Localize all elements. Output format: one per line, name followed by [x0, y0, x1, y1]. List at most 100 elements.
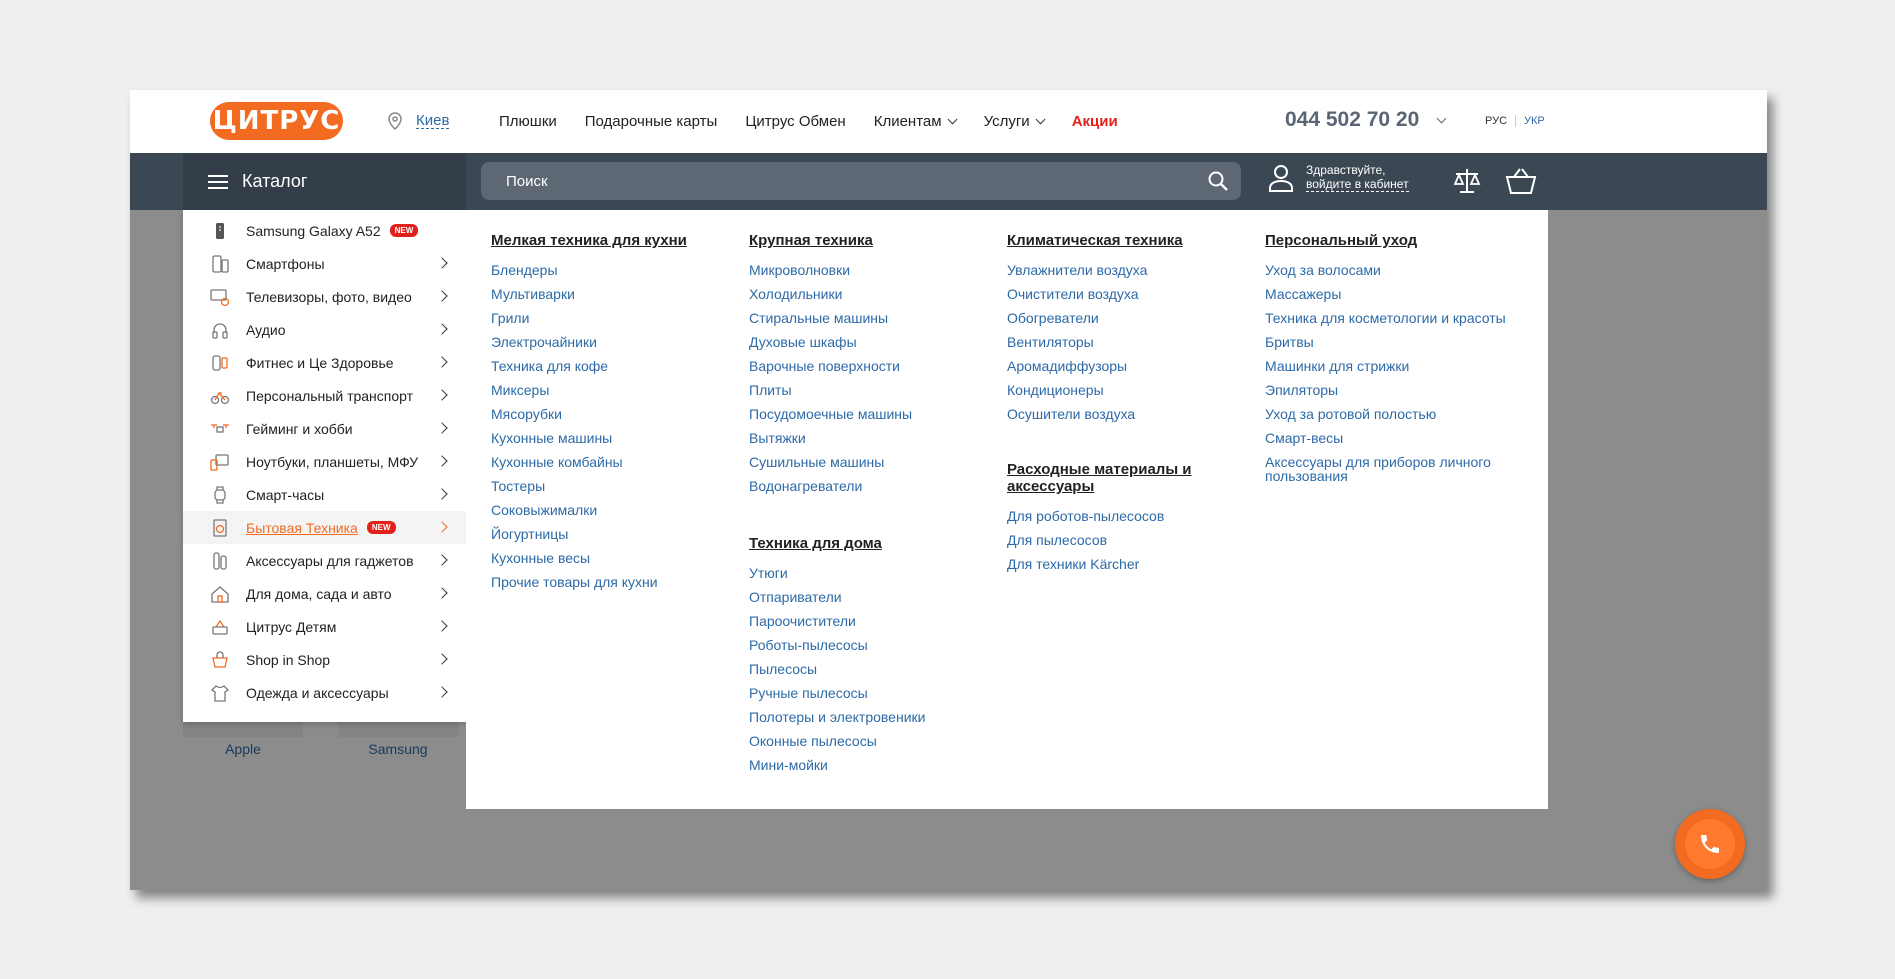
- submenu-link[interactable]: Отпариватели: [749, 590, 989, 604]
- search-icon[interactable]: [1207, 170, 1229, 192]
- submenu-link[interactable]: Для роботов-пылесосов: [1007, 509, 1217, 523]
- drone-icon: [210, 419, 230, 439]
- submenu-link[interactable]: Аксессуары для приборов личного пользова…: [1265, 455, 1525, 483]
- submenu-link[interactable]: Сушильные машины: [749, 455, 989, 469]
- submenu-heading[interactable]: Персональный уход: [1265, 232, 1525, 249]
- catalog-item[interactable]: Смартфоны: [183, 247, 466, 280]
- submenu-link[interactable]: Техника для кофе: [491, 359, 731, 373]
- phone-samsung-icon: [210, 221, 230, 241]
- submenu-link[interactable]: Уход за волосами: [1265, 263, 1525, 277]
- submenu-link[interactable]: Грили: [491, 311, 731, 325]
- submenu-link[interactable]: Прочие товары для кухни: [491, 575, 731, 589]
- cart-icon[interactable]: [1505, 166, 1537, 196]
- submenu-link[interactable]: Очистители воздуха: [1007, 287, 1217, 301]
- submenu-link[interactable]: Кухонные весы: [491, 551, 731, 565]
- catalog-item[interactable]: Гейминг и хобби: [183, 412, 466, 445]
- submenu-heading[interactable]: Климатическая техника: [1007, 232, 1217, 249]
- submenu-link[interactable]: Массажеры: [1265, 287, 1525, 301]
- catalog-item[interactable]: Ноутбуки, планшеты, МФУ: [183, 445, 466, 478]
- submenu-link[interactable]: Кухонные машины: [491, 431, 731, 445]
- call-button[interactable]: [1675, 809, 1745, 879]
- submenu-heading[interactable]: Техника для дома: [749, 535, 989, 552]
- submenu-link[interactable]: Холодильники: [749, 287, 989, 301]
- submenu-link[interactable]: Техника для косметологии и красоты: [1265, 311, 1525, 325]
- submenu-link[interactable]: Смарт-весы: [1265, 431, 1525, 445]
- submenu-link[interactable]: Вентиляторы: [1007, 335, 1217, 349]
- submenu-link[interactable]: Осушители воздуха: [1007, 407, 1217, 421]
- nav-promotions[interactable]: Акции: [1072, 113, 1118, 130]
- submenu-link[interactable]: Роботы-пылесосы: [749, 638, 989, 652]
- city-link[interactable]: Киев: [416, 113, 450, 129]
- catalog-item-label: Телевизоры, фото, видео: [246, 288, 412, 305]
- catalog-item[interactable]: Аксессуары для гаджетов: [183, 544, 466, 577]
- submenu-link[interactable]: Электрочайники: [491, 335, 731, 349]
- submenu-link[interactable]: Мультиварки: [491, 287, 731, 301]
- chevron-right-icon: [436, 620, 448, 632]
- submenu-link[interactable]: Пылесосы: [749, 662, 989, 676]
- search-input[interactable]: Поиск: [481, 162, 1241, 200]
- submenu-link[interactable]: Обогреватели: [1007, 311, 1217, 325]
- submenu-link[interactable]: Для техники Kärcher: [1007, 557, 1217, 571]
- submenu-link[interactable]: Плиты: [749, 383, 989, 397]
- catalog-item[interactable]: Samsung Galaxy A52 NEW: [183, 214, 466, 247]
- submenu-heading[interactable]: Расходные материалы и аксессуары: [1007, 461, 1217, 495]
- submenu-link[interactable]: Варочные поверхности: [749, 359, 989, 373]
- submenu-link[interactable]: Бритвы: [1265, 335, 1525, 349]
- bike-icon: [210, 386, 230, 406]
- catalog-item[interactable]: Аудио: [183, 313, 466, 346]
- submenu-link[interactable]: Мясорубки: [491, 407, 731, 421]
- catalog-item[interactable]: Одежда и аксессуары: [183, 676, 466, 709]
- catalog-item[interactable]: Персональный транспорт: [183, 379, 466, 412]
- submenu-link[interactable]: Кухонные комбайны: [491, 455, 731, 469]
- submenu-link[interactable]: Мини-мойки: [749, 758, 989, 772]
- submenu-link[interactable]: Микроволновки: [749, 263, 989, 277]
- submenu-link[interactable]: Блендеры: [491, 263, 731, 277]
- lang-ua[interactable]: УКР: [1524, 115, 1545, 127]
- submenu-link[interactable]: Тостеры: [491, 479, 731, 493]
- submenu-heading[interactable]: Крупная техника: [749, 232, 989, 249]
- lang-ru[interactable]: РУС: [1485, 115, 1517, 127]
- submenu-link[interactable]: Уход за ротовой полостью: [1265, 407, 1525, 421]
- submenu-link[interactable]: Для пылесосов: [1007, 533, 1217, 547]
- nav-gift-cards[interactable]: Подарочные карты: [585, 113, 718, 130]
- nav-clients[interactable]: Клиентам: [874, 113, 958, 130]
- submenu-link[interactable]: Соковыжималки: [491, 503, 731, 517]
- catalog-item[interactable]: Фитнес и Це Здоровье: [183, 346, 466, 379]
- submenu-link[interactable]: Миксеры: [491, 383, 731, 397]
- catalog-button[interactable]: Каталог: [183, 153, 466, 210]
- submenu-link[interactable]: Пароочистители: [749, 614, 989, 628]
- submenu-link[interactable]: Аромадиффузоры: [1007, 359, 1217, 373]
- submenu-link[interactable]: Стиральные машины: [749, 311, 989, 325]
- submenu-link[interactable]: Утюги: [749, 566, 989, 580]
- submenu-link[interactable]: Духовые шкафы: [749, 335, 989, 349]
- logo[interactable]: ЦИТРУС: [210, 102, 343, 140]
- compare-icon[interactable]: [1452, 166, 1482, 196]
- submenu-heading[interactable]: Мелкая техника для кухни: [491, 232, 731, 249]
- submenu-link[interactable]: Вытяжки: [749, 431, 989, 445]
- submenu-link[interactable]: Увлажнители воздуха: [1007, 263, 1217, 277]
- city-selector[interactable]: Киев: [388, 112, 450, 130]
- catalog-item[interactable]: Shop in Shop: [183, 643, 466, 676]
- submenu-link[interactable]: Посудомоечные машины: [749, 407, 989, 421]
- submenu-link[interactable]: Эпиляторы: [1265, 383, 1525, 397]
- catalog-item[interactable]: Цитрус Детям: [183, 610, 466, 643]
- catalog-item[interactable]: Телевизоры, фото, видео: [183, 280, 466, 313]
- phone-number[interactable]: 044 502 70 20: [1285, 108, 1447, 132]
- catalog-item[interactable]: Бытовая Техника NEW: [183, 511, 466, 544]
- nav-trade-in[interactable]: Цитрус Обмен: [745, 113, 845, 130]
- catalog-item[interactable]: Для дома, сада и авто: [183, 577, 466, 610]
- catalog-item[interactable]: Смарт-часы: [183, 478, 466, 511]
- submenu-link[interactable]: Кондиционеры: [1007, 383, 1217, 397]
- nav-services[interactable]: Услуги: [984, 113, 1046, 130]
- main-bar: Каталог Поиск Здравствуйте, войдите в ка…: [130, 153, 1767, 210]
- catalog-item-label: Гейминг и хобби: [246, 420, 353, 437]
- submenu-link[interactable]: Ручные пылесосы: [749, 686, 989, 700]
- submenu-link[interactable]: Водонагреватели: [749, 479, 989, 493]
- account-link[interactable]: Здравствуйте, войдите в кабинет: [1268, 163, 1409, 192]
- submenu-link[interactable]: Машинки для стрижки: [1265, 359, 1525, 373]
- nav-plushki[interactable]: Плюшки: [499, 113, 557, 130]
- submenu-link[interactable]: Оконные пылесосы: [749, 734, 989, 748]
- location-pin-icon: [388, 112, 402, 130]
- submenu-link[interactable]: Йогуртницы: [491, 527, 731, 541]
- submenu-link[interactable]: Полотеры и электровеники: [749, 710, 989, 724]
